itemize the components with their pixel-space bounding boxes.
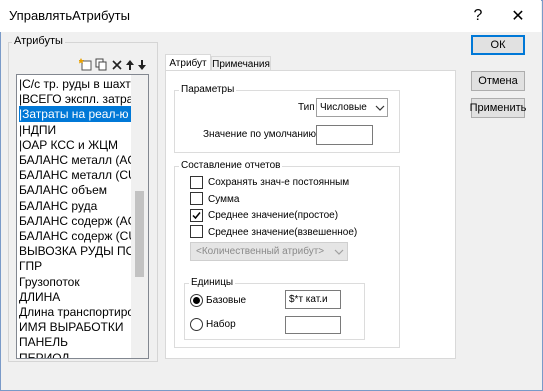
list-item[interactable]: |ОАР КСС и ЖЦМ (19, 137, 147, 153)
keep-constant-label: Сохранять знач-е постоянным (208, 177, 350, 188)
title-bar: УправлятьАтрибуты ? ✕ (0, 0, 541, 32)
radio-selected-dot (193, 297, 200, 304)
list-item[interactable]: БАЛАНС руда (19, 198, 147, 214)
close-button[interactable]: ✕ (498, 0, 538, 32)
list-item[interactable]: Грузопоток (19, 274, 147, 290)
chevron-down-icon (334, 247, 344, 257)
set-units-label: Набор (206, 319, 236, 330)
cancel-button[interactable]: Отмена (471, 71, 525, 91)
params-group-label: Параметры (179, 84, 237, 95)
move-up-icon[interactable] (125, 58, 135, 71)
list-item[interactable]: |НДПИ (19, 122, 147, 138)
delete-icon[interactable] (112, 58, 122, 71)
base-units-value: $*т кат.и (289, 294, 328, 305)
default-value-input[interactable] (316, 125, 373, 145)
quantity-attribute-select[interactable]: <Количественный атрибут> (190, 242, 348, 261)
set-units-input[interactable] (285, 316, 341, 334)
list-item[interactable]: Длина транспортиро (19, 304, 147, 320)
list-item[interactable]: БАЛАНС металл (AG) (19, 152, 147, 168)
list-item[interactable]: |ВСЕГО экспл. затрать (19, 91, 147, 107)
reporting-group-label: Составление отчетов (179, 160, 283, 171)
type-select[interactable]: Числовые (316, 98, 388, 117)
list-item[interactable]: БАЛАНС содерж (AG) (19, 213, 147, 229)
list-item[interactable]: |С/с тр. руды в шахте (19, 76, 147, 92)
tab-attribute[interactable]: Атрибут (165, 54, 211, 71)
sum-label: Сумма (208, 194, 240, 205)
attributes-group-label: Атрибуты (12, 35, 65, 47)
list-item[interactable]: ДЛИНА (19, 289, 147, 305)
attribute-list[interactable]: |С/с тр. руды в шахте |ВСЕГО экспл. затра… (16, 74, 149, 359)
list-item[interactable]: БАЛАНС содерж (CU) (19, 228, 147, 244)
type-select-value: Числовые (320, 102, 367, 113)
copy-icon[interactable] (95, 58, 107, 71)
average-weighted-checkbox[interactable] (190, 225, 203, 238)
check-icon (192, 212, 201, 220)
average-weighted-label: Среднее значение(взвешенное) (208, 227, 358, 238)
sum-checkbox[interactable] (190, 192, 203, 205)
base-units-radio[interactable] (190, 294, 203, 307)
list-item[interactable]: ВЫВОЗКА РУДЫ ПОРТ (19, 243, 147, 259)
units-group-label: Единицы (189, 277, 236, 288)
tab-notes[interactable]: Примечания (211, 56, 271, 71)
new-attribute-icon[interactable] (78, 58, 93, 71)
ok-button[interactable]: ОК (471, 35, 525, 55)
list-item[interactable]: БАЛАНС металл (CU) (19, 167, 147, 183)
list-item[interactable]: ПЕРИОД (19, 350, 147, 358)
set-units-radio[interactable] (190, 318, 203, 331)
type-label: Тип (298, 102, 315, 113)
apply-button[interactable]: Применить (470, 98, 526, 118)
base-units-input[interactable]: $*т кат.и (285, 290, 341, 309)
list-scrollbar[interactable] (131, 75, 148, 358)
average-simple-checkbox[interactable] (190, 209, 203, 222)
list-item[interactable]: ПАНЕЛЬ (19, 334, 147, 350)
chevron-down-icon (375, 103, 385, 113)
base-units-label: Базовые (206, 295, 247, 306)
list-item[interactable]: БАЛАНС объем (19, 182, 147, 198)
list-item[interactable]: ИМЯ ВЫРАБОТКИ (19, 319, 147, 335)
default-value-label: Значение по умолчанию (203, 129, 316, 140)
help-button[interactable]: ? (458, 0, 498, 32)
quantity-attribute-placeholder: <Количественный атрибут> (196, 246, 325, 257)
move-down-icon[interactable] (137, 58, 147, 71)
window-title: УправлятьАтрибуты (9, 8, 130, 23)
average-simple-label: Среднее значение(простое) (208, 210, 339, 221)
keep-constant-checkbox[interactable] (190, 176, 203, 189)
list-scroll-thumb[interactable] (135, 191, 144, 277)
list-item-selected[interactable]: |Затраты на реал-ю (19, 106, 147, 123)
list-item[interactable]: ГПР (19, 258, 147, 274)
